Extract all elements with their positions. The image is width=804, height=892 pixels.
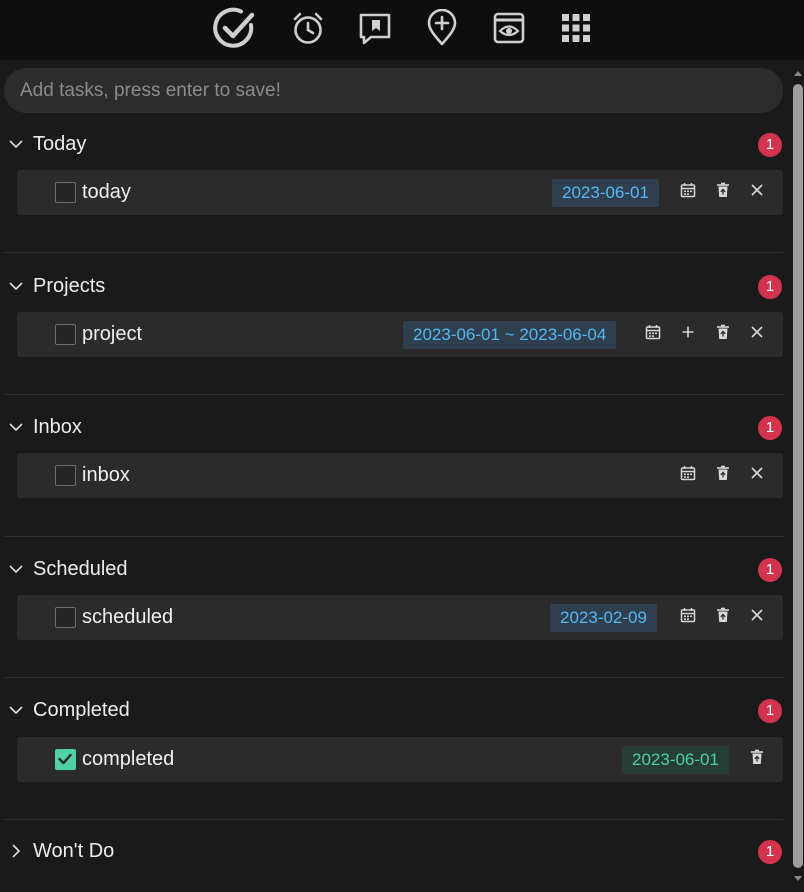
calendar-icon[interactable] [678, 605, 698, 625]
task-date-chip[interactable]: 2023-02-09 [550, 604, 657, 632]
section-divider [4, 536, 783, 537]
task-row[interactable]: project 2023-06-01 ~ 2023-06-04 [17, 312, 783, 357]
count-badge: 1 [758, 133, 782, 157]
task-checkbox-checked[interactable] [55, 749, 76, 770]
task-row[interactable]: today 2023-06-01 [17, 170, 783, 215]
check-circle-icon[interactable] [210, 0, 260, 56]
section-inbox: Inbox 1 inbox [0, 411, 792, 537]
task-checkbox[interactable] [55, 324, 76, 345]
close-icon[interactable] [747, 605, 767, 625]
alarm-clock-icon[interactable] [288, 0, 328, 56]
section-title: Completed [33, 699, 130, 721]
task-checkbox[interactable] [55, 182, 76, 203]
calendar-icon[interactable] [643, 322, 663, 342]
task-text: inbox [82, 464, 130, 486]
close-icon[interactable] [747, 463, 767, 483]
chevron-down-icon [9, 423, 23, 432]
section-divider [4, 252, 783, 253]
close-icon[interactable] [747, 180, 767, 200]
section-title: Projects [33, 275, 106, 297]
section-header-wont-do[interactable]: Won't Do 1 [0, 835, 792, 869]
grid-apps-icon[interactable] [556, 0, 596, 56]
task-text: scheduled [82, 606, 174, 628]
section-header-completed[interactable]: Completed 1 [0, 694, 792, 728]
task-list-panel: Today 1 today 2023-06-01 Projects 1 [0, 60, 792, 892]
trash-icon[interactable] [713, 322, 733, 342]
section-completed: Completed 1 completed 2023-06-01 [0, 694, 792, 820]
section-header-projects[interactable]: Projects 1 [0, 270, 792, 304]
count-badge: 1 [758, 558, 782, 582]
task-row[interactable]: scheduled 2023-02-09 [17, 595, 783, 640]
section-title: Won't Do [33, 840, 115, 862]
count-badge: 1 [758, 416, 782, 440]
task-date-chip[interactable]: 2023-06-01 [622, 746, 729, 774]
add-task-input[interactable] [4, 68, 783, 113]
chevron-down-icon [9, 565, 23, 574]
trash-icon[interactable] [713, 463, 733, 483]
section-header-inbox[interactable]: Inbox 1 [0, 411, 792, 445]
chevron-down-icon [9, 282, 23, 291]
scroll-down-arrow-icon[interactable] [794, 876, 802, 881]
calendar-icon[interactable] [678, 180, 698, 200]
section-title: Inbox [33, 416, 82, 438]
map-pin-plus-icon[interactable] [422, 0, 462, 56]
scroll-up-arrow-icon[interactable] [794, 71, 802, 76]
task-text: project [82, 323, 143, 345]
chevron-down-icon [9, 140, 23, 149]
task-checkbox[interactable] [55, 465, 76, 486]
top-toolbar [0, 0, 804, 60]
bookmark-message-icon[interactable] [355, 0, 395, 56]
plus-icon[interactable] [678, 322, 698, 342]
section-title: Scheduled [33, 558, 128, 580]
section-title: Today [33, 133, 87, 155]
trash-icon[interactable] [713, 180, 733, 200]
section-wont-do: Won't Do 1 [0, 835, 792, 875]
close-icon[interactable] [747, 322, 767, 342]
section-divider [4, 677, 783, 678]
calendar-icon[interactable] [678, 463, 698, 483]
section-divider [4, 394, 783, 395]
section-projects: Projects 1 project 2023-06-01 ~ 2023-06-… [0, 270, 792, 395]
task-date-chip[interactable]: 2023-06-01 [552, 179, 659, 207]
section-scheduled: Scheduled 1 scheduled 2023-02-09 [0, 553, 792, 678]
task-date-range-chip[interactable]: 2023-06-01 ~ 2023-06-04 [403, 321, 617, 349]
section-header-scheduled[interactable]: Scheduled 1 [0, 553, 792, 587]
task-row[interactable]: completed 2023-06-01 [17, 737, 783, 782]
eye-window-icon[interactable] [489, 0, 529, 56]
task-row[interactable]: inbox [17, 453, 783, 498]
task-text: completed [82, 748, 175, 770]
chevron-right-icon [12, 844, 21, 858]
count-badge: 1 [758, 275, 782, 299]
section-today: Today 1 today 2023-06-01 [0, 128, 792, 253]
task-text: today [82, 181, 131, 203]
section-header-today[interactable]: Today 1 [0, 128, 792, 162]
count-badge: 1 [758, 840, 782, 864]
count-badge: 1 [758, 699, 782, 723]
section-divider [4, 819, 783, 820]
chevron-down-icon [9, 706, 23, 715]
vertical-scrollbar[interactable] [792, 60, 804, 892]
trash-icon[interactable] [713, 605, 733, 625]
checkmark-icon [58, 753, 72, 765]
scroll-thumb[interactable] [793, 84, 803, 868]
trash-icon[interactable] [747, 747, 767, 767]
task-checkbox[interactable] [55, 607, 76, 628]
